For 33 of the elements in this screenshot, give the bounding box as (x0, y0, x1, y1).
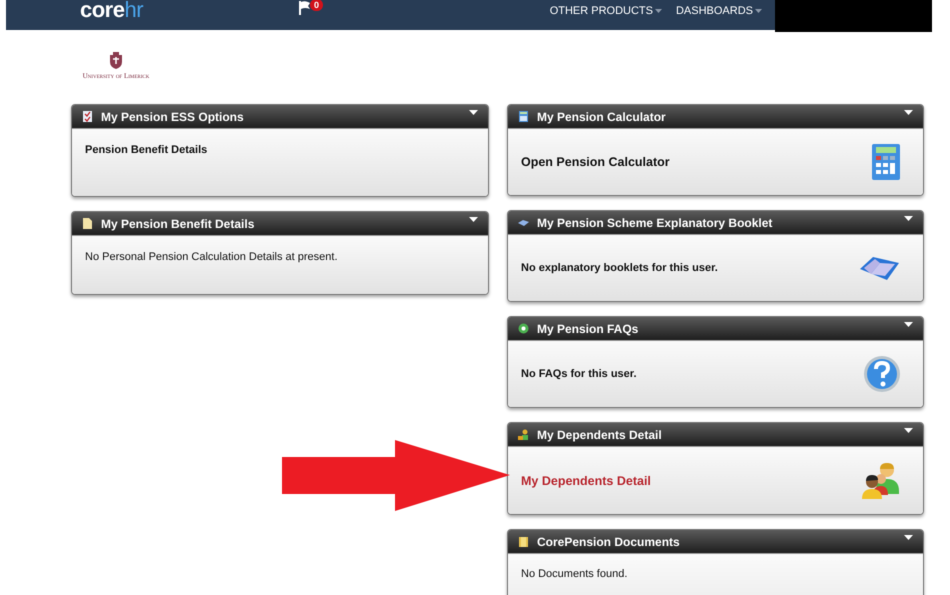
flag-icon[interactable] (298, 0, 312, 16)
collapse-caret-icon[interactable] (469, 110, 478, 115)
collapse-caret-icon[interactable] (469, 217, 478, 222)
collapse-caret-icon[interactable] (904, 110, 913, 115)
panel-link[interactable]: Open Pension Calculator (521, 155, 670, 169)
panel-message: No Documents found. (521, 568, 628, 580)
panel-title: CorePension Documents (537, 534, 680, 548)
people-icon[interactable] (861, 460, 901, 500)
panel-title: My Dependents Detail (537, 428, 662, 442)
crest-icon (108, 52, 124, 70)
panel-title: My Pension Calculator (537, 110, 666, 124)
corehr-logo[interactable]: corehr (80, 0, 144, 21)
book-icon[interactable] (859, 255, 901, 281)
nav-menu[interactable]: DASHBOARDS (676, 5, 762, 17)
caret-icon (654, 9, 662, 13)
collapse-caret-icon[interactable] (904, 428, 913, 433)
panel-message: No Personal Pension Calculation Details at present. (85, 251, 338, 263)
collapse-caret-icon[interactable] (904, 216, 913, 221)
collapse-caret-icon[interactable] (904, 322, 913, 327)
panel-link[interactable]: Pension Benefit Details (85, 144, 208, 156)
panel-title: My Pension Scheme Explanatory Booklet (537, 216, 772, 230)
caret-icon (755, 9, 762, 13)
panel-title: My Pension ESS Options (101, 110, 244, 124)
panel-link[interactable]: My Dependents Detail (521, 474, 651, 488)
panel-title: My Pension Benefit Details (101, 216, 254, 230)
panel-title: My Pension FAQs (537, 322, 638, 336)
panel-link[interactable]: No FAQs for this user. (521, 368, 637, 380)
calculator-icon[interactable] (871, 143, 901, 181)
collapse-caret-icon[interactable] (904, 535, 913, 540)
notification-count: 0 (310, 0, 324, 11)
panel-link[interactable]: No explanatory booklets for this user. (521, 262, 718, 274)
nav-menu[interactable]: OTHER PRODUCTS (550, 5, 662, 17)
help-icon[interactable] (863, 355, 901, 393)
